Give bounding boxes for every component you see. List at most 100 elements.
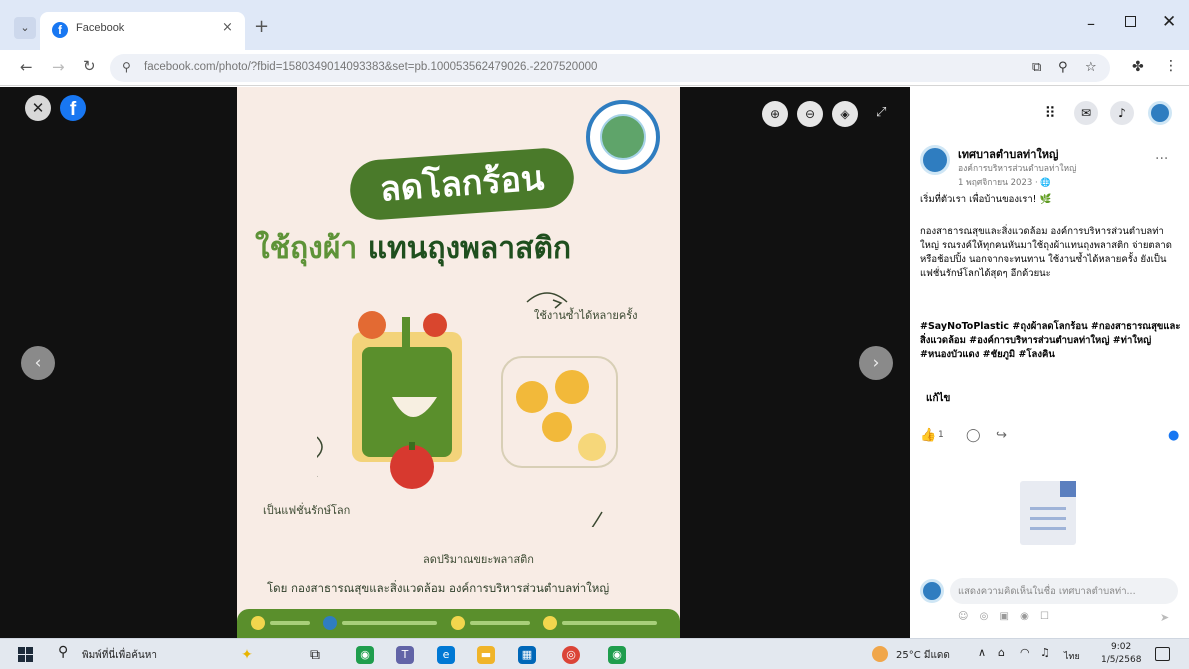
messenger-icon[interactable]: ✉ [1074,101,1098,125]
network-icon[interactable]: ⌂ [998,646,1005,659]
commenter-avatar [920,579,944,603]
like-icon[interactable]: 👍 [920,428,936,443]
back-arrow-icon[interactable]: ← [20,58,33,76]
contact-text-blur [270,621,310,625]
comment-toolbar-icons[interactable]: ☺ ◎ ▣ ◉ ☐ [958,611,1053,622]
new-tab-button[interactable]: + [254,16,269,37]
facebook-logo-icon[interactable]: f [60,95,86,121]
subheadline-green: ใช้ถุงผ้า [255,231,358,266]
poster-subheadline: ใช้ถุงผ้า แทนถุงพลาสติก [255,225,675,272]
window-close-button[interactable]: ✕ [1162,12,1176,32]
orange-4 [578,433,606,461]
post-panel: ⠿ ✉ ♪ เทศบาลตำบลท่าใหญ่ องค์การบริหารส่ว… [910,87,1189,638]
page-avatar[interactable] [920,145,950,175]
task-view-icon[interactable]: ⧉ [306,646,324,664]
reactions-row: 👍 1 ◯ ↪ ● [920,428,1185,446]
profile-avatar[interactable] [1148,101,1172,125]
tag-icon[interactable]: ◈ [832,101,858,127]
send-icon[interactable]: ➤ [1160,611,1169,624]
next-photo-button[interactable]: › [859,346,893,380]
post-date-text: 1 พฤศจิกายน 2023 · [958,178,1041,188]
email-icon [543,616,557,630]
tab-close-icon[interactable]: × [222,20,233,35]
poster-image: ลดโลกร้อน ใช้ถุงผ้า แทนถุงพลาสติก ใช้งาน… [237,87,680,638]
share-icon[interactable]: ↪ [996,428,1007,443]
tray-chevron-icon[interactable]: ∧ [978,646,986,659]
screen: ⌄ f Facebook × + – ✕ ← → ↻ ⚲ facebook.co… [0,0,1189,669]
like-count[interactable]: 1 [938,430,944,440]
chrome-app-icon[interactable]: ◎ [562,646,580,664]
extensions-icon[interactable]: ✤ [1132,59,1144,75]
post-date[interactable]: 1 พฤศจิกายน 2023 · 🌐 [958,175,1051,189]
address-bar[interactable]: ⚲ facebook.com/photo/?fbid=1580349014093… [110,54,1110,82]
teams-app-icon[interactable]: T [396,646,414,664]
doc-line [1030,517,1066,520]
fullscreen-icon[interactable]: ⤢ [876,105,886,120]
doc-line [1030,527,1066,530]
tab-search-icon[interactable]: ⌄ [14,17,36,39]
comment-placeholder: แสดงความคิดเห็นในชื่อ เทศบาลตำบลท่า... [958,586,1136,597]
reload-icon[interactable]: ↻ [83,57,96,75]
arrow-doodle [526,292,568,303]
tab-title: Facebook [76,22,125,34]
comment-input[interactable]: แสดงความคิดเห็นในชื่อ เทศบาลตำบลท่า... [950,578,1178,604]
document-icon [1020,481,1076,545]
phone-icon [251,616,265,630]
clock-date[interactable]: 1/5/2568 [1101,655,1141,665]
edit-button[interactable]: แก้ไข [920,387,956,410]
weather-text[interactable]: 25°C มีแดด [896,648,950,663]
menu-grid-icon[interactable]: ⠿ [1038,101,1062,125]
taskbar-search-icon[interactable]: ⚲ [58,644,68,660]
orange-2 [555,370,589,404]
web-icon [451,616,465,630]
zoom-in-icon[interactable]: ⊕ [762,101,788,127]
store-app-icon[interactable]: ▦ [518,646,536,664]
zoom-icon[interactable]: ⚲ [1058,60,1068,75]
notification-center-icon[interactable] [1155,647,1170,661]
note-reuse: ใช้งานซ้ำได้หลายครั้ง [534,309,638,322]
note-reduce: ลดปริมาณขยะพลาสติก [423,553,534,566]
line-app-icon[interactable]: ◉ [356,646,374,664]
tomato-big [390,445,434,489]
arrow-doodle-2 [591,511,603,527]
post-text-line1: เริ่มที่ตัวเรา เพื่อบ้านของเรา! 🌿 [920,194,1052,205]
copilot-sparkle-icon[interactable]: ✦ [238,646,256,664]
browser-menu-icon[interactable]: ⋮ [1164,58,1178,74]
notifications-bell-icon[interactable]: ♪ [1110,101,1134,125]
install-app-icon[interactable]: ⧉ [1032,60,1041,75]
tab-facebook[interactable]: f Facebook × [40,12,245,50]
browser-tab-strip: ⌄ f Facebook × + – ✕ [0,0,1189,50]
orange-3 [542,412,572,442]
clock-time[interactable]: 9:02 [1111,642,1131,652]
edge-app-icon[interactable]: e [437,646,455,664]
doc-fold [1060,481,1076,497]
previous-photo-button[interactable]: ‹ [21,346,55,380]
wifi-icon[interactable]: ◠ [1020,646,1030,659]
contact-bar [237,609,680,638]
windows-taskbar: ⚲ พิมพ์ที่นี่เพื่อค้นหา ✦ ⧉ ◉ T e ▬ ▦ ◎ … [0,638,1189,669]
poster-headline: ลดโลกร้อน [348,146,576,222]
input-language[interactable]: ไทย [1064,649,1080,663]
post-hashtags[interactable]: #SayNoToPlastic #ถุงผ้าลดโลกร้อน #กองสาธ… [920,320,1182,362]
orange-fruit [358,311,386,339]
page-subtitle[interactable]: องค์การบริหารส่วนตำบลท่าใหญ่ [958,161,1076,175]
windows-start-icon[interactable] [18,647,33,662]
site-info-icon[interactable]: ⚲ [122,60,131,74]
comment-icon[interactable]: ◯ [966,428,981,443]
weather-sun-icon[interactable] [872,646,888,662]
taskbar-search-text[interactable]: พิมพ์ที่นี่เพื่อค้นหา [82,648,157,663]
more-options-icon[interactable]: ··· [1155,151,1168,167]
forward-arrow-icon[interactable]: → [52,58,65,76]
note-eco: เป็นแฟชั่นรักษ์โลก [263,504,351,517]
info-icon[interactable]: ● [1168,428,1179,443]
zoom-out-icon[interactable]: ⊖ [797,101,823,127]
maximize-button[interactable] [1125,16,1136,27]
bookmark-star-icon[interactable]: ☆ [1085,60,1097,75]
minimize-button[interactable]: – [1087,14,1095,33]
close-viewer-button[interactable]: ✕ [25,95,51,121]
photo-viewer: ✕ f ลดโลกร้อน ใช้ถุงผ้า แทนถุงพลาสติก ใช… [0,87,910,638]
line-app-icon-2[interactable]: ◉ [608,646,626,664]
volume-icon[interactable]: ♫ [1040,646,1050,659]
file-explorer-icon[interactable]: ▬ [477,646,495,664]
url-text[interactable]: facebook.com/photo/?fbid=158034901409338… [144,61,597,73]
